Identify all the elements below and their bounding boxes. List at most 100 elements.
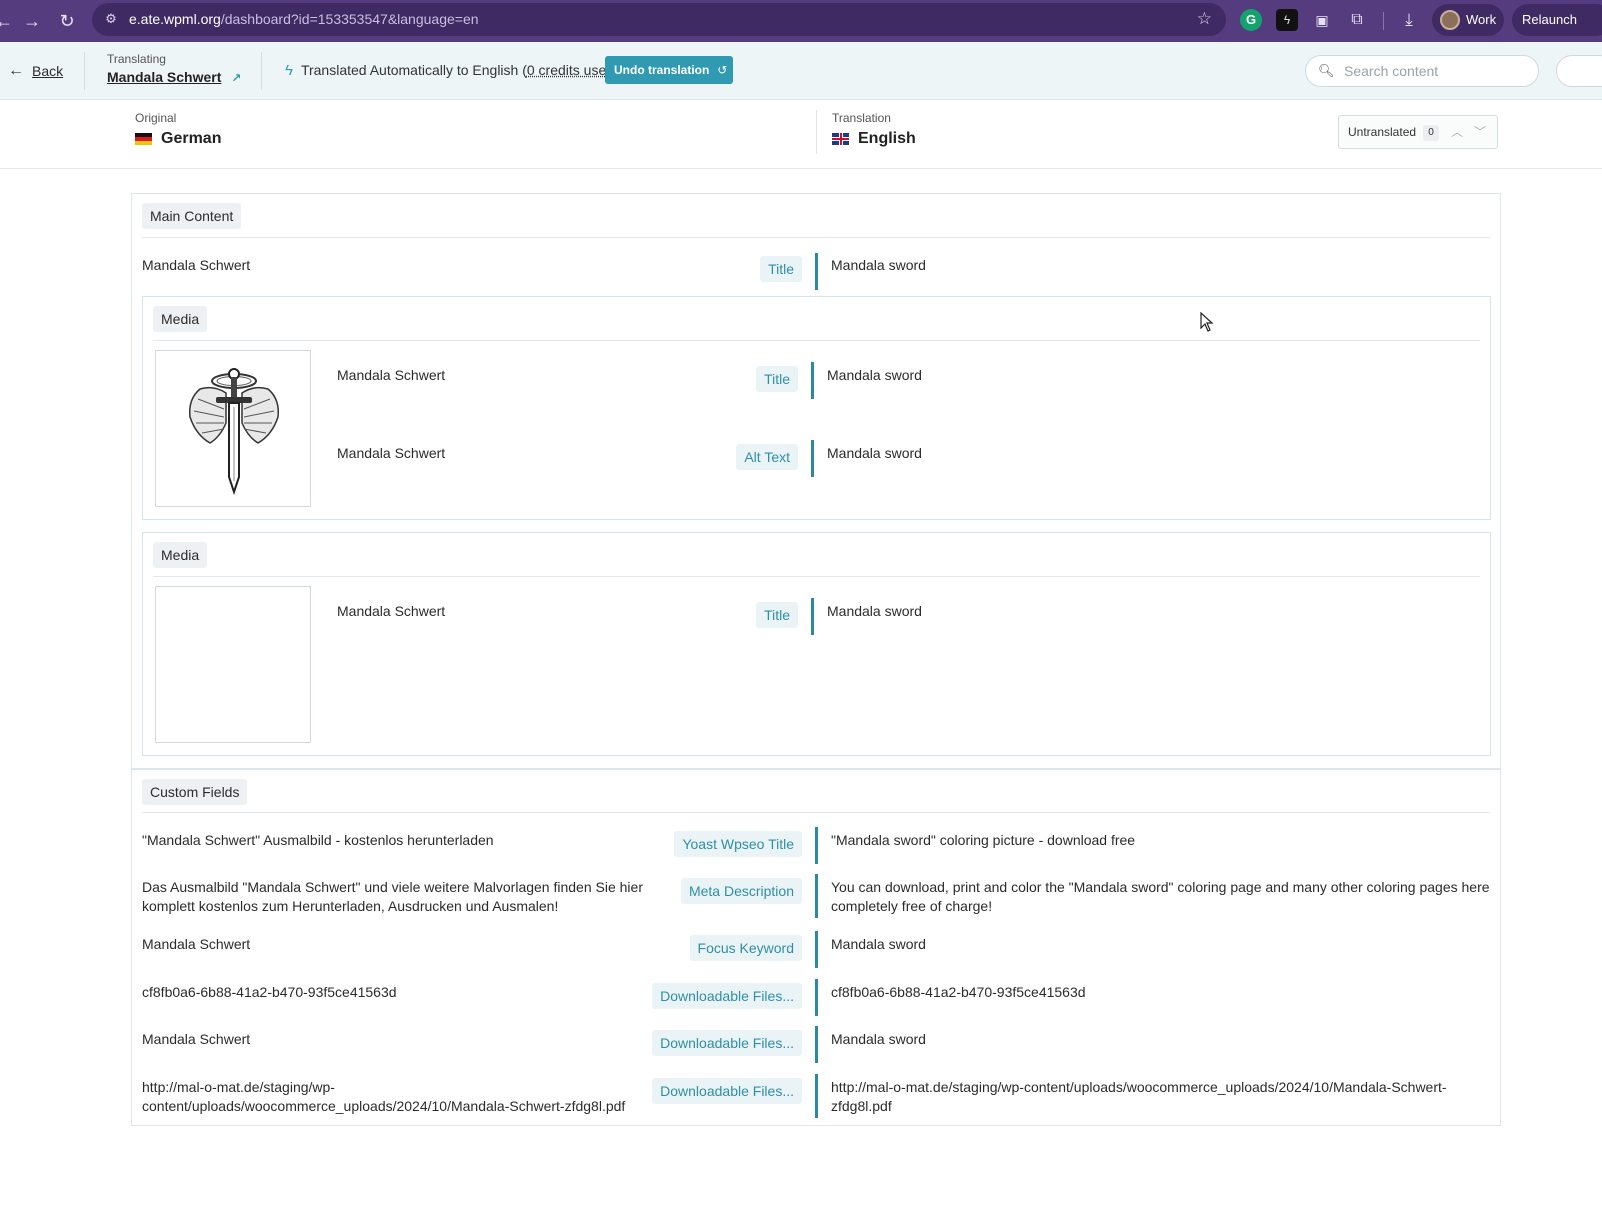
relaunch-button[interactable]: Relaunch (1512, 4, 1602, 36)
translation-caption: Translation (832, 111, 891, 125)
divider (816, 110, 817, 154)
translation-text[interactable]: "Mandala sword" coloring picture - downl… (831, 831, 1135, 850)
source-text: http://mal-o-mat.de/staging/wp-content/u… (142, 1079, 626, 1114)
source-text: Mandala Schwert (337, 367, 446, 383)
extensions-puzzle-icon[interactable]: ⧉ (1346, 9, 1368, 31)
source-text: Mandala Schwert (142, 936, 251, 952)
search-box[interactable]: 🔍︎ (1305, 55, 1539, 87)
field-type-tag: Meta Description (680, 878, 802, 904)
divider (84, 52, 85, 90)
translation-text[interactable]: Mandala sword (827, 366, 922, 385)
translation-text[interactable]: Mandala sword (831, 935, 926, 954)
translation-marker (815, 1026, 818, 1063)
arrow-right-icon[interactable]: → (20, 9, 44, 33)
translation-text[interactable]: Mandala sword (827, 602, 922, 621)
original-language: Original German (135, 111, 221, 148)
uk-flag-icon (832, 133, 849, 145)
field-type-tag: Focus Keyword (689, 935, 802, 961)
translation-text[interactable]: You can download, print and color the "M… (831, 878, 1490, 916)
divider (142, 812, 1490, 813)
german-flag-icon (135, 133, 152, 145)
translation-marker (811, 598, 814, 635)
translating-info: Translating Mandala Schwert ↗ (107, 52, 241, 85)
translation-marker (815, 1074, 818, 1118)
field-type-tag: Downloadable Files... (652, 983, 802, 1009)
untranslated-label: Untranslated (1348, 125, 1417, 139)
language-bar: Original German Translation English Untr… (0, 101, 1602, 169)
translation-marker (811, 362, 814, 399)
external-link-icon[interactable]: ↗ (231, 71, 241, 85)
search-input[interactable] (1344, 63, 1524, 79)
translation-marker (815, 874, 818, 918)
translation-marker (815, 931, 818, 968)
reload-icon[interactable]: ↻ (55, 9, 79, 33)
media-thumbnail[interactable] (155, 350, 311, 507)
divider (261, 52, 262, 90)
search-icon: 🔍︎ (1318, 63, 1335, 78)
lightning-icon: ϟ (285, 62, 293, 79)
back-button[interactable]: ← Back (8, 62, 63, 80)
source-text: Mandala Schwert (142, 257, 251, 273)
section-label: Custom Fields (142, 779, 248, 805)
editor-topbar: ← Back Translating Mandala Schwert ↗ ϟ Tran… (0, 42, 1602, 100)
source-text: Mandala Schwert (337, 603, 446, 619)
translation-text[interactable]: Mandala sword (827, 444, 922, 463)
profile-label: Work (1466, 12, 1497, 27)
translation-text[interactable]: cf8fb0a6-6b88-41a2-b470-93f5ce41563d (831, 983, 1086, 1002)
address-bar[interactable]: ⚙ e.ate.wpml.org/dashboard?id=153353547&… (92, 3, 1226, 36)
divider (153, 340, 1480, 341)
undo-translation-button[interactable]: Undo translation ↺ (605, 56, 733, 84)
credits-used[interactable]: 0 credits used (527, 62, 614, 78)
translation-text[interactable]: http://mal-o-mat.de/staging/wp-content/u… (831, 1078, 1447, 1116)
section-label: Media (153, 306, 208, 332)
translation-marker (811, 440, 814, 477)
source-text: Mandala Schwert (337, 445, 446, 461)
original-caption: Original (135, 111, 177, 125)
translation-lang-name: English (858, 130, 916, 147)
bookmark-star-icon[interactable]: ☆ (1197, 9, 1212, 29)
back-label: Back (32, 63, 64, 79)
lightning-extension-icon[interactable]: ϟ (1276, 9, 1298, 31)
auto-translation-status: ϟ Translated Automatically to English (0 … (285, 62, 619, 79)
sword-image (188, 368, 280, 496)
profile-button[interactable]: Work (1432, 4, 1504, 36)
chevron-down-icon[interactable]: ﹀ (1470, 122, 1490, 142)
field-type-tag: Yoast Wpseo Title (674, 831, 802, 857)
section-label: Media (153, 542, 208, 568)
field-type-tag: Title (760, 256, 802, 282)
translation-marker (815, 827, 818, 864)
translation-marker (815, 253, 818, 290)
field-type-tag: Downloadable Files... (652, 1078, 802, 1104)
site-settings-icon[interactable]: ⚙ (102, 10, 120, 28)
divider (153, 576, 1480, 577)
download-icon[interactable]: ⤓ (1398, 9, 1420, 31)
settings-button-partial[interactable] (1556, 55, 1602, 87)
media-section (142, 296, 1491, 520)
source-text: Mandala Schwert (142, 1031, 251, 1047)
grammarly-extension-icon[interactable]: G (1240, 9, 1262, 31)
toolbar-divider (1383, 12, 1384, 30)
undo-icon: ↺ (717, 63, 728, 77)
translation-language: Translation English (832, 111, 916, 148)
arrow-left-icon[interactable]: ← (0, 9, 16, 33)
media-thumbnail[interactable] (155, 586, 311, 743)
source-text: cf8fb0a6-6b88-41a2-b470-93f5ce41563d (142, 984, 397, 1000)
field-type-tag: Downloadable Files... (652, 1030, 802, 1056)
chevron-up-icon[interactable]: ︿ (1447, 122, 1467, 142)
field-type-tag: Alt Text (736, 444, 798, 470)
post-title-link[interactable]: Mandala Schwert ↗ (107, 69, 241, 85)
browser-toolbar: ← → ↻ ⚙ e.ate.wpml.org/dashboard?id=1533… (0, 0, 1602, 42)
mouse-cursor-icon (1200, 312, 1214, 332)
original-lang-name: German (161, 130, 222, 147)
translating-caption: Translating (107, 52, 166, 66)
media-section (142, 532, 1491, 756)
untranslated-filter[interactable]: Untranslated 0 ︿ ﹀ (1338, 115, 1498, 149)
section-label: Main Content (142, 203, 242, 229)
translation-text[interactable]: Mandala sword (831, 256, 926, 275)
field-type-tag: Title (756, 366, 798, 392)
source-text: "Mandala Schwert" Ausmalbild - kostenlos… (142, 832, 494, 848)
divider (142, 237, 1490, 238)
translation-text[interactable]: Mandala sword (831, 1030, 926, 1049)
media-extension-icon[interactable]: ▣ (1311, 9, 1333, 31)
url-text: e.ate.wpml.org/dashboard?id=153353547&la… (129, 11, 479, 27)
